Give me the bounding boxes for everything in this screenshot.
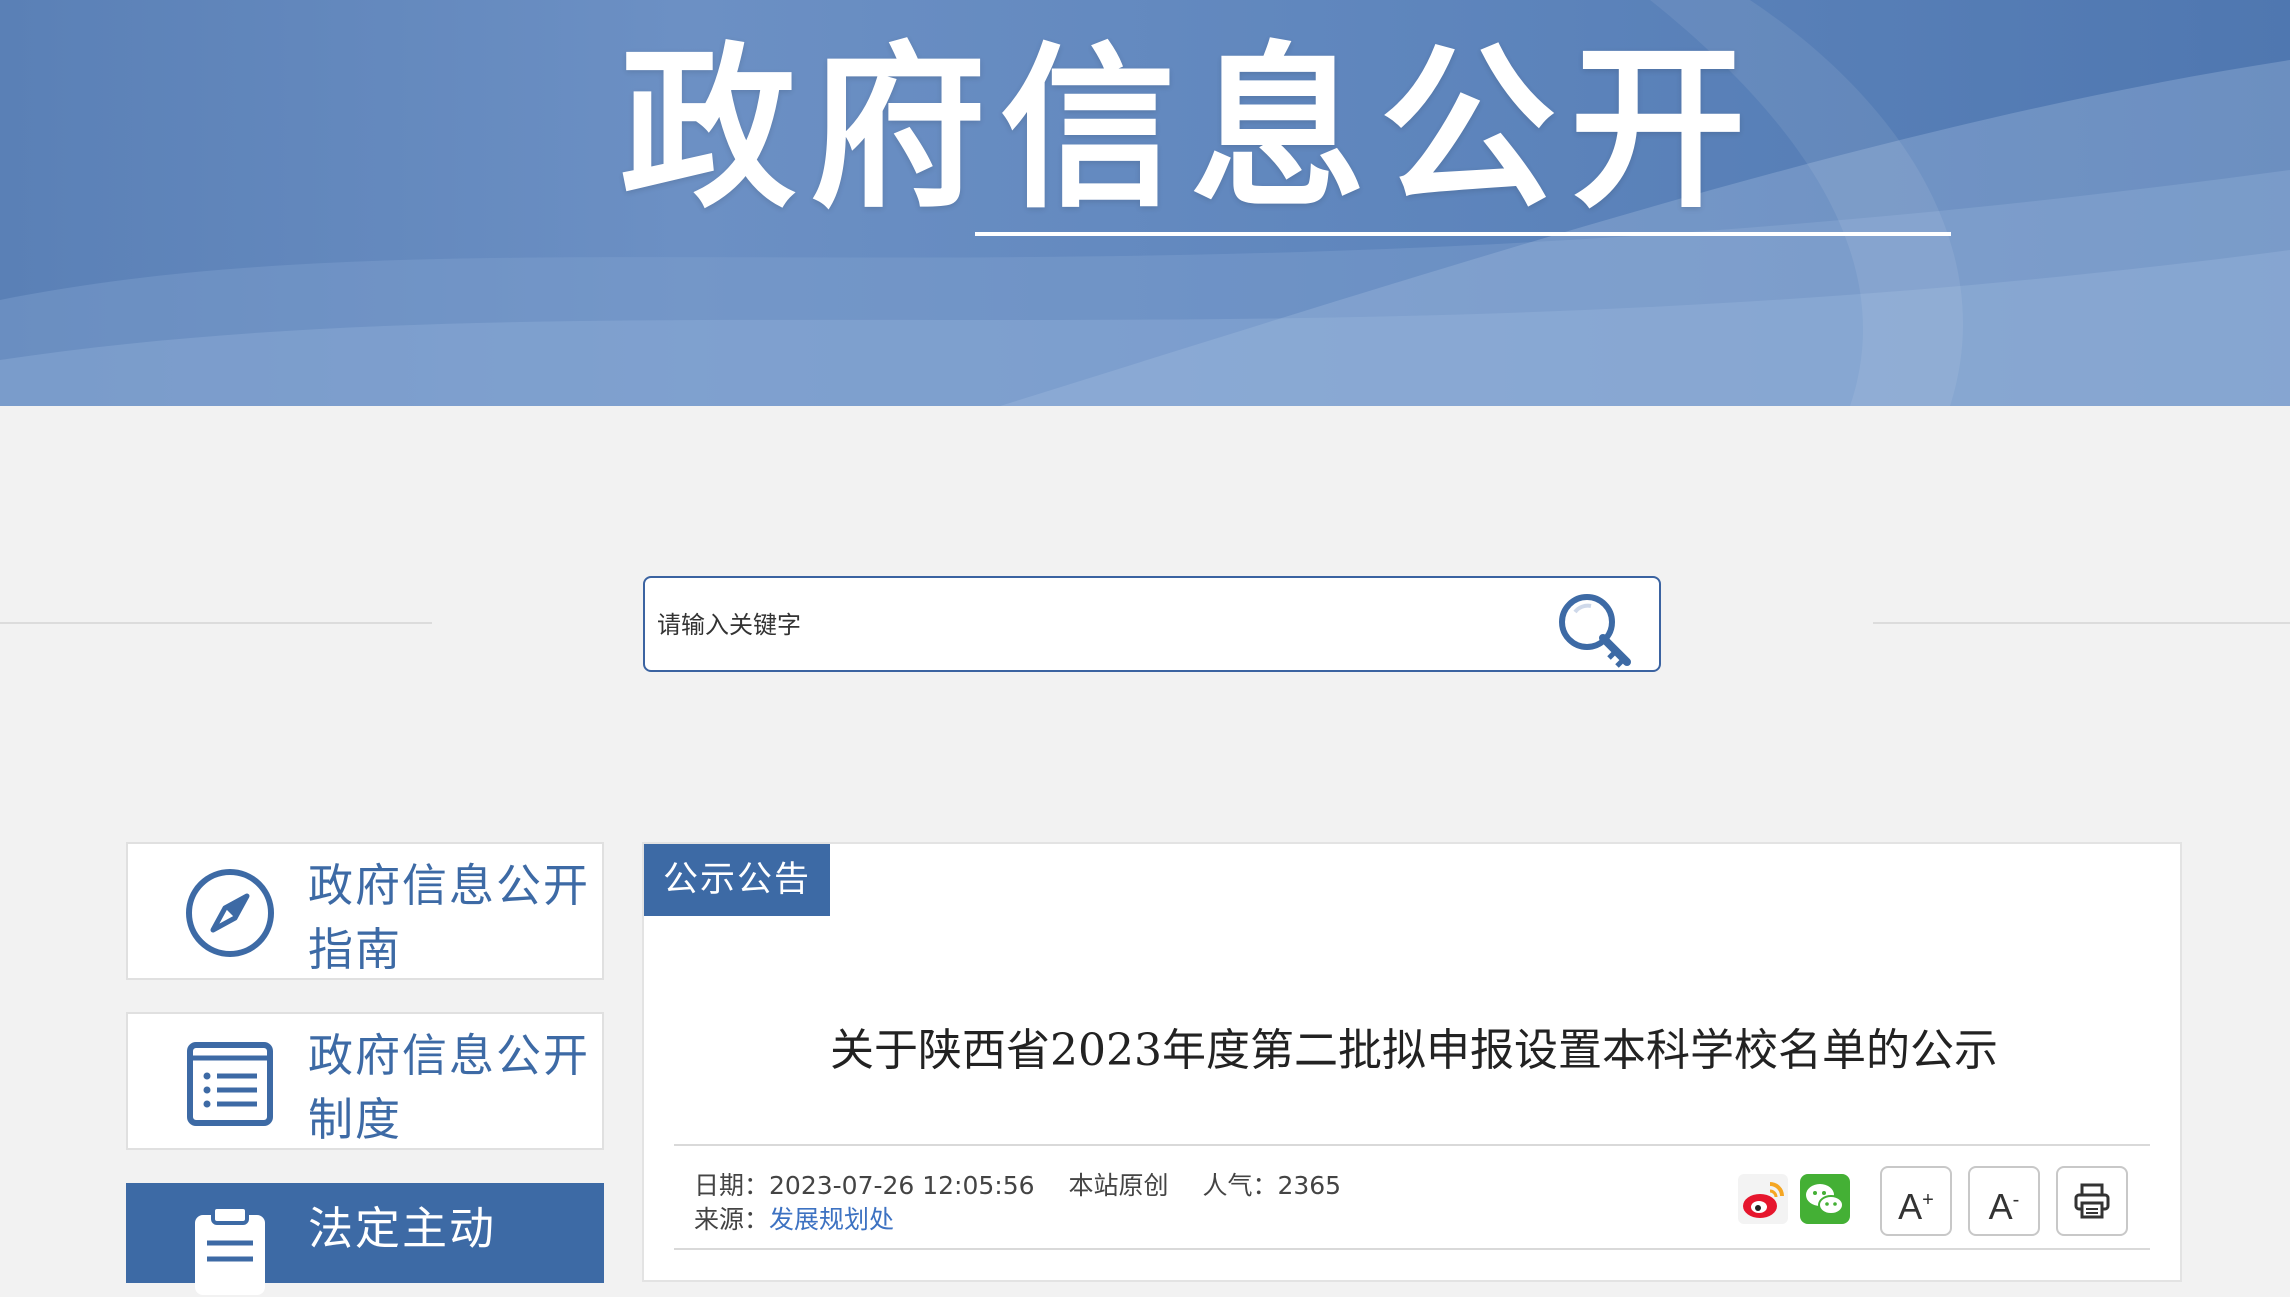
clipboard-icon	[195, 1205, 265, 1295]
search-input[interactable]	[655, 598, 1529, 652]
sidebar-item-statutory[interactable]: 法定主动	[126, 1183, 604, 1295]
document-list-icon	[187, 1042, 273, 1126]
left-divider	[0, 622, 432, 624]
sidebar-item-label: 法定主动	[308, 1202, 497, 1255]
meta-divider-bottom	[674, 1248, 2150, 1250]
printer-icon	[2074, 1183, 2110, 1219]
wechat-share-icon[interactable]	[1800, 1174, 1850, 1224]
sidebar-item-label: 政府信息公开制度	[308, 1029, 591, 1146]
banner-underline	[975, 232, 1951, 236]
search-bar	[643, 576, 1661, 672]
source-link[interactable]: 发展规划处	[769, 1205, 894, 1234]
views-label-and-value: 人气：2365	[1202, 1171, 1341, 1200]
font-increase-button[interactable]: A+	[1880, 1166, 1952, 1236]
views-label: 人气：	[1202, 1171, 1278, 1200]
font-decrease-button[interactable]: A-	[1968, 1166, 2040, 1236]
right-divider	[1873, 622, 2290, 624]
date-label: 日期：	[694, 1171, 770, 1200]
meta-line-1: 日期：2023-07-26 12:05:56 本站原创 人气：2365	[694, 1166, 1367, 1202]
sidebar-item-label: 政府信息公开指南	[308, 859, 591, 976]
source-label: 来源：	[694, 1205, 770, 1234]
search-key-icon	[1559, 594, 1631, 668]
article-panel: 公示公告 关于陕西省2023年度第二批拟申报设置本科学校名单的公示 日期：202…	[642, 842, 2182, 1282]
tab-announcements[interactable]: 公示公告	[644, 844, 830, 916]
weibo-share-icon[interactable]	[1738, 1174, 1788, 1224]
header-banner: 政府信息公开	[0, 0, 2290, 406]
meta-divider-top	[674, 1144, 2150, 1146]
font-increase-sign: +	[1922, 1189, 1934, 1211]
meta-line-2: 来源：发展规划处	[694, 1200, 894, 1236]
compass-icon	[186, 869, 274, 957]
date-value: 2023-07-26 12:05:56	[769, 1171, 1035, 1200]
font-increase-letter: A	[1898, 1186, 1923, 1227]
font-decrease-sign: -	[2012, 1189, 2020, 1211]
banner-title: 政府信息公开	[620, 27, 1761, 232]
views-count: 2365	[1277, 1171, 1342, 1200]
sidebar-item-guide[interactable]: 政府信息公开指南	[126, 842, 604, 980]
origin-text: 本站原创	[1068, 1171, 1169, 1200]
search-button[interactable]	[1545, 584, 1645, 668]
print-button[interactable]	[2056, 1166, 2128, 1236]
article-title: 关于陕西省2023年度第二批拟申报设置本科学校名单的公示	[830, 1025, 1998, 1076]
font-decrease-letter: A	[1988, 1186, 2013, 1227]
date-label-and-value: 日期：2023-07-26 12:05:56	[694, 1171, 1035, 1200]
sidebar-item-system[interactable]: 政府信息公开制度	[126, 1012, 604, 1150]
